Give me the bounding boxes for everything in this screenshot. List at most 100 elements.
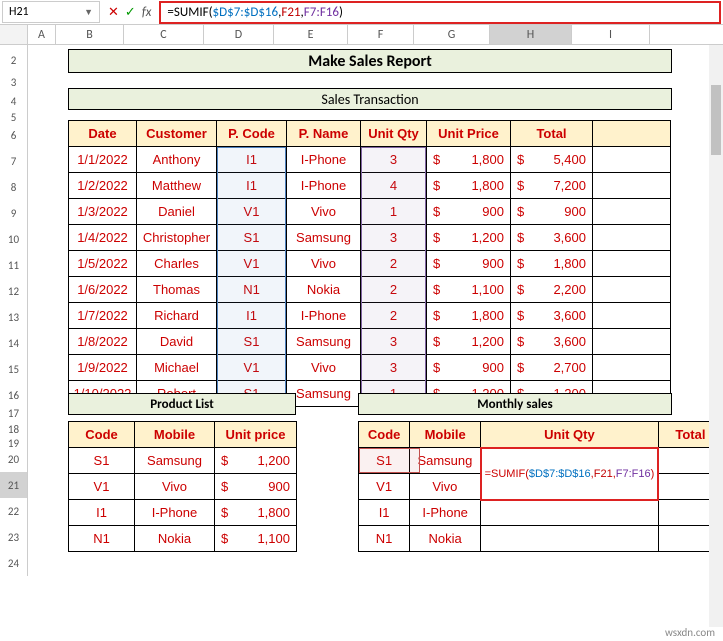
cell-pname[interactable]: Samsung	[287, 381, 361, 407]
cell-mobile[interactable]: Vivo	[135, 474, 215, 500]
cell-qty[interactable]: 3	[361, 225, 427, 251]
row-12[interactable]: 12	[0, 278, 28, 304]
col-B[interactable]: B	[56, 25, 124, 44]
cell-qty[interactable]: 2	[361, 303, 427, 329]
cell-price[interactable]: $1,800	[427, 147, 511, 173]
cell-total[interactable]: $1,800	[511, 251, 593, 277]
cell-date[interactable]: 1/2/2022	[69, 173, 137, 199]
cell-total[interactable]: $2,200	[511, 277, 593, 303]
cell-qty[interactable]: 1	[361, 199, 427, 225]
cell-date[interactable]: 1/1/2022	[69, 147, 137, 173]
cell-pcode[interactable]: V1	[217, 355, 287, 381]
cell-pcode[interactable]: S1	[217, 329, 287, 355]
cell-customer[interactable]: Matthew	[137, 173, 217, 199]
cell-pcode[interactable]: I1	[217, 147, 287, 173]
cell-customer[interactable]: Anthony	[137, 147, 217, 173]
enter-icon[interactable]: ✓	[125, 5, 136, 20]
row-15[interactable]: 15	[0, 356, 28, 382]
row-8[interactable]: 8	[0, 174, 28, 200]
cell-customer[interactable]: Michael	[137, 355, 217, 381]
cell-pcode[interactable]: S1	[217, 225, 287, 251]
cell-code[interactable]: V1	[69, 474, 135, 500]
cell-pname[interactable]: Samsung	[287, 225, 361, 251]
cell-price[interactable]: $1,800	[215, 500, 297, 526]
cell-extra[interactable]	[593, 303, 671, 329]
cell-price[interactable]: $900	[215, 474, 297, 500]
row-11[interactable]: 11	[0, 252, 28, 278]
cell-qty[interactable]: 2	[361, 277, 427, 303]
cell-mobile[interactable]: Samsung	[410, 448, 481, 474]
cell-code[interactable]: I1	[69, 500, 135, 526]
cell-pname[interactable]: Vivo	[287, 251, 361, 277]
cell-price[interactable]: $1,100	[215, 526, 297, 552]
col-I[interactable]: I	[572, 25, 650, 44]
cell-date[interactable]: 1/6/2022	[69, 277, 137, 303]
cell-qty[interactable]: 3	[361, 329, 427, 355]
cell-price[interactable]: $1,800	[427, 303, 511, 329]
cell-pcode[interactable]: V1	[217, 199, 287, 225]
cell-extra[interactable]	[593, 199, 671, 225]
cell-date[interactable]: 1/5/2022	[69, 251, 137, 277]
cell-extra[interactable]	[593, 225, 671, 251]
col-H[interactable]: H	[490, 25, 572, 44]
cell-pname[interactable]: Samsung	[287, 329, 361, 355]
cell-code[interactable]: N1	[69, 526, 135, 552]
row-10[interactable]: 10	[0, 226, 28, 252]
cell-code[interactable]: S1	[359, 448, 410, 474]
cell-mobile[interactable]: Nokia	[410, 526, 481, 552]
cell-customer[interactable]: Christopher	[137, 225, 217, 251]
cell-price[interactable]: $900	[427, 251, 511, 277]
cell-customer[interactable]: Thomas	[137, 277, 217, 303]
cell-pname[interactable]: Vivo	[287, 199, 361, 225]
vertical-scrollbar[interactable]	[709, 45, 723, 627]
cell-customer[interactable]: Richard	[137, 303, 217, 329]
row-3[interactable]: 3	[0, 75, 28, 90]
cell-pcode[interactable]: N1	[217, 277, 287, 303]
cell-extra[interactable]	[593, 355, 671, 381]
fx-icon[interactable]: fx	[142, 5, 152, 20]
cell-total[interactable]: $2,700	[511, 355, 593, 381]
formula-input[interactable]: =SUMIF($D$7:$D$16,F21,F7:F16)	[159, 1, 721, 24]
chevron-down-icon[interactable]: ▼	[84, 7, 93, 18]
cell-total[interactable]: $3,600	[511, 329, 593, 355]
cell-customer[interactable]: David	[137, 329, 217, 355]
cell-total[interactable]: $5,400	[511, 147, 593, 173]
col-F[interactable]: F	[348, 25, 414, 44]
cell-qty[interactable]: 2	[361, 251, 427, 277]
cell-mobile[interactable]: I-Phone	[410, 500, 481, 526]
row-20[interactable]: 20	[0, 446, 28, 472]
cell-mobile[interactable]: Vivo	[410, 474, 481, 500]
cell-price[interactable]: $1,100	[427, 277, 511, 303]
row-2[interactable]: 2	[0, 45, 28, 75]
cell-qty[interactable]: 4	[361, 173, 427, 199]
cell-date[interactable]: 1/3/2022	[69, 199, 137, 225]
row-13[interactable]: 13	[0, 304, 28, 330]
cell-price[interactable]: $1,800	[427, 173, 511, 199]
scrollbar-thumb[interactable]	[711, 85, 721, 155]
cell-customer[interactable]: Daniel	[137, 199, 217, 225]
row-23[interactable]: 23	[0, 524, 28, 550]
row-24[interactable]: 24	[0, 550, 28, 576]
cell-date[interactable]: 1/8/2022	[69, 329, 137, 355]
row-14[interactable]: 14	[0, 330, 28, 356]
col-D[interactable]: D	[204, 25, 274, 44]
cell-extra[interactable]	[593, 277, 671, 303]
cell-date[interactable]: 1/4/2022	[69, 225, 137, 251]
cell-pcode[interactable]: I1	[217, 303, 287, 329]
row-4[interactable]: 4	[0, 90, 28, 112]
cell-qty[interactable]: 3	[361, 355, 427, 381]
cell-qty[interactable]	[481, 500, 659, 526]
col-E[interactable]: E	[274, 25, 348, 44]
cell-qty[interactable]: 3	[361, 147, 427, 173]
row-6[interactable]: 6	[0, 122, 28, 148]
cancel-icon[interactable]: ✕	[108, 4, 119, 20]
cell-extra[interactable]	[593, 173, 671, 199]
cell-pname[interactable]: Vivo	[287, 355, 361, 381]
cell-mobile[interactable]: Samsung	[135, 448, 215, 474]
cell-qty[interactable]	[481, 526, 659, 552]
cell-total[interactable]: $3,600	[511, 303, 593, 329]
col-C[interactable]: C	[124, 25, 204, 44]
cell-pname[interactable]: I-Phone	[287, 303, 361, 329]
row-21[interactable]: 21	[0, 472, 28, 498]
cell-extra[interactable]	[593, 251, 671, 277]
